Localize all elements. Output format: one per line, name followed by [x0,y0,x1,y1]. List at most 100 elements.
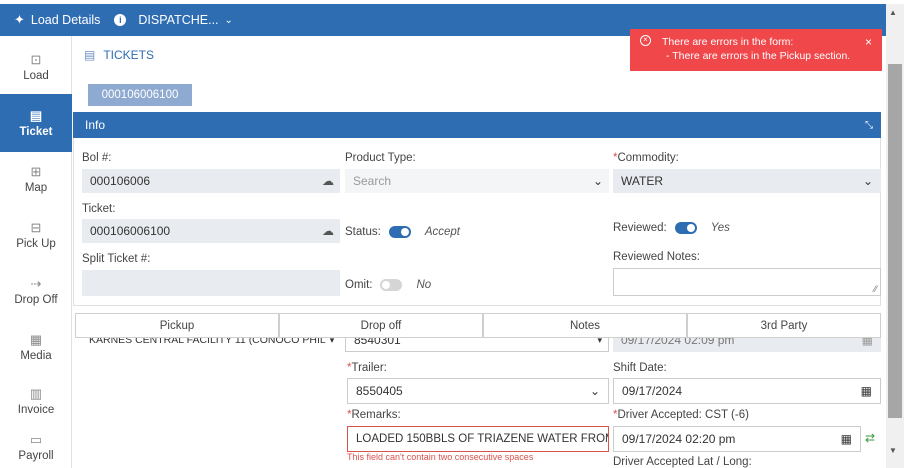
shift-date-field[interactable]: 09/17/2024 ▦ [613,378,881,404]
scroll-down-icon[interactable]: ▼ [889,446,897,455]
sidebar-item-label: Payroll [18,449,54,462]
split-ticket-label: Split Ticket #: [82,253,151,265]
load-details-link[interactable]: ✦ Load Details [14,12,100,28]
truck-select[interactable]: 8540301 ▾ [345,338,609,352]
status-toggle[interactable] [388,226,411,238]
ticket-icon: ▤ [29,107,43,123]
reviewed-label: Reviewed: [613,222,667,234]
tab-pickup[interactable]: Pickup [75,313,279,338]
info-circle-icon: i [114,14,127,26]
payroll-icon: ▭ [29,431,43,447]
collapse-icon[interactable]: ⤡ [865,120,873,131]
error-toast: × There are errors in the form: - There … [630,29,882,71]
sidebar-item-label: Media [20,349,52,362]
truck-value: 8540301 [354,338,401,347]
shift-date-value: 09/17/2024 [622,384,683,398]
resize-handle-icon[interactable]: ⁄⁄ [874,284,877,294]
status-toggle-group: Status: Accept [345,226,460,238]
shift-date-label: Shift Date: [613,362,667,374]
reviewed-toggle[interactable] [674,222,697,234]
trailer-label: *Trailer: [347,362,387,374]
reviewed-value: Yes [710,222,730,234]
driver-accepted-label: *Driver Accepted: CST (-6) [613,409,749,421]
remarks-label: *Remarks: [347,409,401,421]
pickup-datetime-field[interactable]: 09/17/2024 02:09 pm ▦ [613,338,881,352]
sidebar-item-invoice[interactable]: ▥ Invoice [0,372,72,430]
sidebar-item-label: Ticket [19,125,53,138]
media-icon: ▦ [29,331,43,347]
dispatch-label: DISPATCHE... [138,13,219,27]
commodity-value: WATER [621,174,663,188]
info-title: Info [85,118,106,132]
commodity-select[interactable]: WATER ⌄ [613,169,881,193]
tab-third-party[interactable]: 3rd Party [687,313,881,338]
tab-notes[interactable]: Notes [483,313,687,338]
chevron-down-icon: ▾ [329,338,335,345]
sidebar-item-ticket[interactable]: ▤ Ticket [0,94,72,152]
bol-value: 000106006 [90,174,151,188]
product-type-placeholder: Search [353,174,392,188]
sync-icon[interactable]: ⇄ [865,431,875,445]
calendar-icon[interactable]: ▦ [841,432,852,446]
error-circle-icon: × [640,35,651,46]
pickup-datetime-value: 09/17/2024 02:09 pm [621,338,735,347]
sidebar-item-map[interactable]: ⊞ Map [0,150,72,208]
status-value: Accept [424,226,460,238]
facility-select[interactable]: KARNES CENTRAL FACILITY 11 (CONOCO PHIL … [81,338,345,352]
bol-label: Bol #: [82,152,112,164]
chevron-down-icon: ▾ [597,338,602,345]
chevron-down-icon: ⌄ [589,384,600,398]
omit-toggle[interactable] [380,279,403,291]
scroll-up-icon[interactable]: ▲ [889,8,897,17]
chevron-down-icon: ⌄ [862,174,873,188]
product-type-select[interactable]: Search ⌄ [345,169,609,193]
driver-accepted-field[interactable]: 09/17/2024 02:20 pm ▦ [613,426,861,452]
pickup-icon: ⊟ [30,219,42,235]
omit-label: Omit: [345,279,373,291]
sidebar-item-pickup[interactable]: ⊟ Pick Up [0,206,72,264]
map-icon: ⊞ [30,163,42,179]
reviewed-notes-textarea[interactable]: ⁄⁄ [613,268,881,296]
load-details-title: Load Details [30,13,101,27]
trailer-value: 8550405 [356,384,403,398]
sidebar-item-payroll[interactable]: ▭ Payroll [0,426,72,468]
dispatch-dropdown[interactable]: i DISPATCHE... ⌄ [114,13,233,27]
chevron-down-icon: ⌄ [224,14,233,26]
ticket-field[interactable]: 000106006100 ☁ [82,219,340,243]
product-type-label: Product Type: [345,152,416,164]
tickets-title: TICKETS [103,48,155,62]
error-toast-title: There are errors in the form: [662,36,794,48]
sidebar-item-dropoff[interactable]: ⇢ Drop Off [0,262,72,320]
bol-field[interactable]: 000106006 ☁ [82,169,340,193]
ticket-chip[interactable]: 000106006100 [88,84,192,106]
upload-icon[interactable]: ☁ [322,224,334,238]
tab-dropoff[interactable]: Drop off [279,313,483,338]
calendar-icon[interactable]: ▦ [862,338,873,347]
scrollbar-thumb[interactable] [888,64,902,418]
error-toast-detail: - There are errors in the Pickup section… [666,50,851,62]
info-panel-header: Info ⤡ [73,112,881,138]
ticket-value: 000106006100 [90,224,171,238]
reviewed-notes-label: Reviewed Notes: [613,251,700,263]
facility-value: KARNES CENTRAL FACILITY 11 (CONOCO PHIL [89,338,326,346]
split-ticket-field[interactable] [82,270,340,296]
tickets-icon: ▤ [84,48,96,62]
omit-value: No [416,279,432,291]
sidebar-item-media[interactable]: ▦ Media [0,318,72,376]
close-icon[interactable]: × [865,35,872,49]
upload-icon[interactable]: ☁ [322,174,334,188]
reviewed-toggle-group: Reviewed: Yes [613,222,730,234]
driver-accepted-value: 09/17/2024 02:20 pm [622,432,736,446]
sidebar-item-label: Invoice [17,403,55,416]
remarks-input[interactable]: LOADED 150BBLS OF TRIAZENE WATER FROM T. [347,426,609,452]
tickets-header: ▤ TICKETS [84,48,154,62]
calendar-icon[interactable]: ▦ [861,384,872,398]
chevron-down-icon: ⌄ [592,174,603,188]
remarks-value: LOADED 150BBLS OF TRIAZENE WATER FROM T. [356,433,608,445]
sidebar-item-load[interactable]: ⊡ Load [0,38,72,96]
truck-icon: ⊡ [30,51,42,67]
clipped-label [613,303,653,307]
sidebar-item-label: Load [23,69,49,82]
pin-icon: ✦ [14,12,25,27]
trailer-select[interactable]: 8550405 ⌄ [347,378,609,404]
